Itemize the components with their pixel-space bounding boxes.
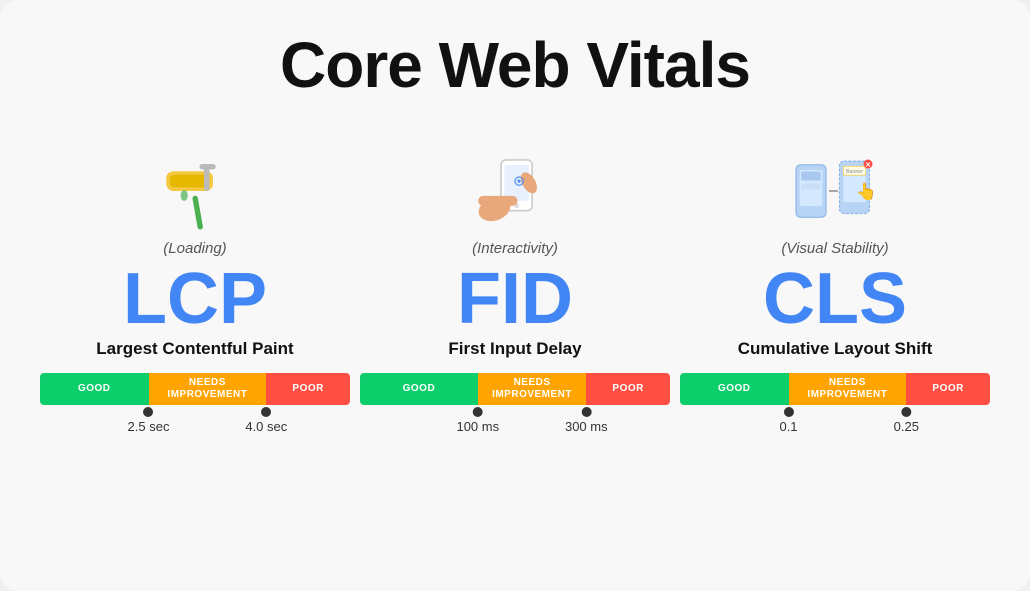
lcp-poor-label: POOR <box>288 381 327 397</box>
main-card: Core Web Vitals <box>0 0 1030 591</box>
fid-acronym: FID <box>457 263 573 335</box>
fid-dot-2 <box>581 407 591 417</box>
lcp-icon <box>150 146 240 236</box>
lcp-marker-2: 4.0 sec <box>245 407 287 434</box>
page-title: Core Web Vitals <box>280 28 750 102</box>
fid-val-1: 100 ms <box>456 419 499 434</box>
cls-marker-1: 0.1 <box>779 407 797 434</box>
cls-bar: GOOD NEEDSIMPROVEMENT POOR <box>680 373 990 405</box>
metrics-row: (Loading) LCP Largest Contentful Paint G… <box>40 126 990 439</box>
svg-text:👆: 👆 <box>856 182 877 201</box>
fid-bar-container: GOOD NEEDSIMPROVEMENT POOR 100 ms <box>360 373 670 439</box>
cls-bar-needs: NEEDSIMPROVEMENT <box>789 373 907 405</box>
cls-val-2: 0.25 <box>894 419 919 434</box>
fid-subtitle: (Interactivity) <box>472 240 558 257</box>
fid-needs-label: NEEDSIMPROVEMENT <box>488 375 576 403</box>
cls-good-label: GOOD <box>714 381 755 397</box>
fid-bar: GOOD NEEDSIMPROVEMENT POOR <box>360 373 670 405</box>
cls-dot-1 <box>783 407 793 417</box>
cls-dot-2 <box>901 407 911 417</box>
fid-val-2: 300 ms <box>565 419 608 434</box>
lcp-bar-needs: NEEDSIMPROVEMENT <box>149 373 267 405</box>
fid-fullname: First Input Delay <box>448 339 581 359</box>
cls-markers: 0.1 0.25 <box>680 407 990 439</box>
cls-marker-2: 0.25 <box>894 407 919 434</box>
lcp-bar-container: GOOD NEEDSIMPROVEMENT POOR 2.5 sec <box>40 373 350 439</box>
cls-bar-container: GOOD NEEDSIMPROVEMENT POOR 0.1 <box>680 373 990 439</box>
svg-text:Banner: Banner <box>846 169 863 175</box>
cls-icon: Banner ✕ 👆 <box>790 146 880 236</box>
cls-icon-area: Banner ✕ 👆 <box>790 126 880 236</box>
metric-fid: (Interactivity) FID First Input Delay GO… <box>360 126 670 439</box>
fid-bar-good: GOOD <box>360 373 478 405</box>
lcp-acronym: LCP <box>123 263 267 335</box>
lcp-bar-good: GOOD <box>40 373 149 405</box>
fid-markers: 100 ms 300 ms <box>360 407 670 439</box>
lcp-markers: 2.5 sec 4.0 sec <box>40 407 350 439</box>
lcp-val-2: 4.0 sec <box>245 419 287 434</box>
cls-poor-label: POOR <box>928 381 967 397</box>
lcp-dot-1 <box>143 407 153 417</box>
fid-dot-1 <box>473 407 483 417</box>
lcp-fullname: Largest Contentful Paint <box>96 339 293 359</box>
lcp-marker-1: 2.5 sec <box>128 407 170 434</box>
lcp-bar: GOOD NEEDSIMPROVEMENT POOR <box>40 373 350 405</box>
lcp-needs-label: NEEDSIMPROVEMENT <box>163 375 251 403</box>
lcp-dot-2 <box>261 407 271 417</box>
metric-cls: Banner ✕ 👆 (Visual Stability) CLS Cumula… <box>680 126 990 439</box>
lcp-val-1: 2.5 sec <box>128 419 170 434</box>
fid-poor-label: POOR <box>608 381 647 397</box>
lcp-good-label: GOOD <box>74 381 115 397</box>
cls-needs-label: NEEDSIMPROVEMENT <box>803 375 891 403</box>
fid-icon <box>470 146 560 236</box>
fid-bar-poor: POOR <box>586 373 670 405</box>
metric-lcp: (Loading) LCP Largest Contentful Paint G… <box>40 126 350 439</box>
cls-subtitle: (Visual Stability) <box>781 240 888 257</box>
lcp-subtitle: (Loading) <box>163 240 226 257</box>
fid-marker-1: 100 ms <box>456 407 499 434</box>
cls-bar-good: GOOD <box>680 373 789 405</box>
fid-good-label: GOOD <box>399 381 440 397</box>
fid-icon-area <box>470 126 560 236</box>
cls-bar-poor: POOR <box>906 373 990 405</box>
svg-text:✕: ✕ <box>865 162 871 169</box>
fid-bar-needs: NEEDSIMPROVEMENT <box>478 373 587 405</box>
cls-acronym: CLS <box>763 263 907 335</box>
cls-val-1: 0.1 <box>779 419 797 434</box>
lcp-bar-poor: POOR <box>266 373 350 405</box>
fid-marker-2: 300 ms <box>565 407 608 434</box>
lcp-icon-area <box>150 126 240 236</box>
cls-fullname: Cumulative Layout Shift <box>738 339 933 359</box>
